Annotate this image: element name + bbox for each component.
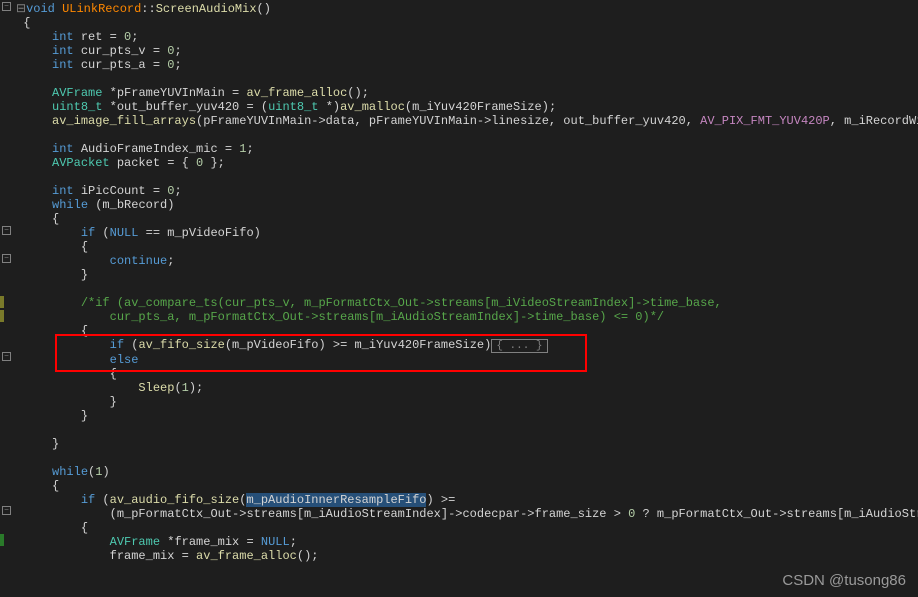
commented-if: cur_pts_a, m_pFormatCtx_Out->streams[m_i… bbox=[81, 310, 664, 324]
gutter: − − − − − bbox=[0, 0, 16, 597]
code-editor[interactable]: ⊟void ULinkRecord::ScreenAudioMix() { in… bbox=[16, 0, 918, 563]
class-name: ULinkRecord bbox=[62, 2, 141, 16]
method-name: ScreenAudioMix bbox=[156, 2, 257, 16]
fold-icon[interactable]: − bbox=[2, 226, 11, 235]
keyword: void bbox=[26, 2, 55, 16]
fold-icon[interactable]: − bbox=[2, 506, 11, 515]
change-marker bbox=[0, 310, 4, 322]
watermark: CSDN @tusong86 bbox=[782, 572, 906, 589]
fold-icon[interactable]: − bbox=[2, 352, 11, 361]
commented-if: /*if (av_compare_ts(cur_pts_v, m_pFormat… bbox=[81, 296, 722, 310]
fold-icon[interactable]: − bbox=[2, 2, 11, 11]
selection: m_pAudioInnerResampleFifo bbox=[246, 493, 426, 507]
fold-icon[interactable]: − bbox=[2, 254, 11, 263]
change-marker bbox=[0, 296, 4, 308]
change-marker bbox=[0, 534, 4, 546]
highlight-box bbox=[55, 334, 587, 372]
